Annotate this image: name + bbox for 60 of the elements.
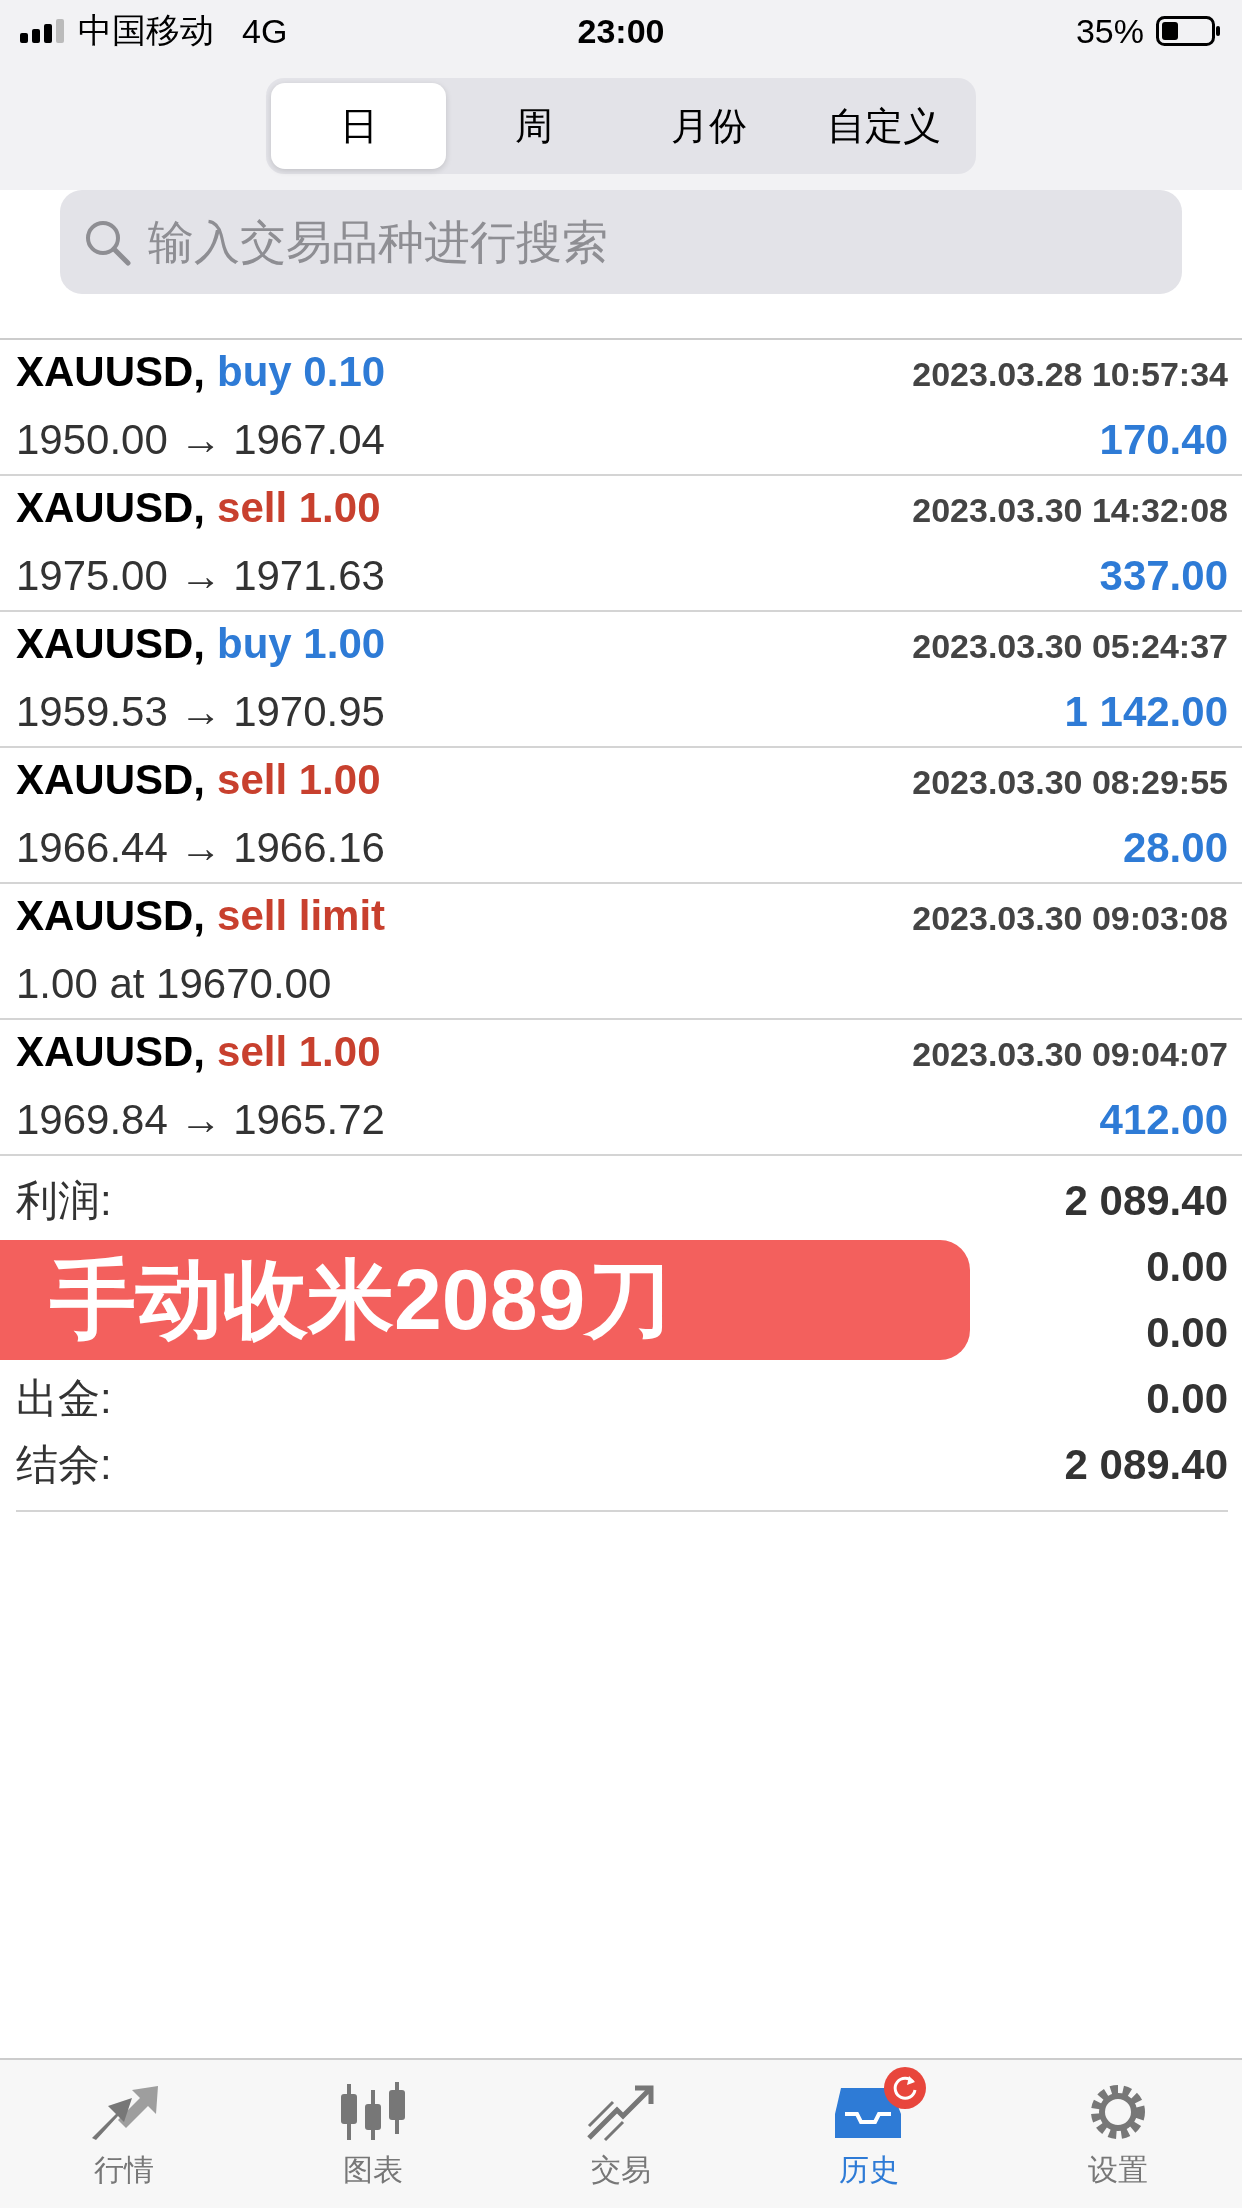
- period-tab[interactable]: 月份: [621, 83, 796, 169]
- period-tab[interactable]: 自定义: [796, 83, 971, 169]
- summary-value: 0.00: [1146, 1243, 1228, 1291]
- trade-time: 2023.03.30 09:03:08: [912, 899, 1228, 938]
- summary-value: 0.00: [1146, 1309, 1228, 1357]
- carrier-name: 中国移动: [78, 10, 214, 51]
- trade-prices: 1975.00 → 1971.63: [16, 552, 385, 600]
- period-tab[interactable]: 周: [446, 83, 621, 169]
- symbol: XAUUSD,: [16, 620, 206, 668]
- network-type: 4G: [242, 11, 288, 51]
- trade-action: sell 1.00: [217, 756, 381, 804]
- tab-bar-item[interactable]: 行情: [0, 2060, 249, 2208]
- summary-label: 出金:: [16, 1374, 112, 1424]
- battery-icon: [1156, 16, 1222, 46]
- signal-icon: [20, 19, 66, 43]
- trade-time: 2023.03.28 10:57:34: [912, 355, 1228, 394]
- search-bar[interactable]: 输入交易品种进行搜索: [60, 190, 1182, 294]
- clock-time: 23:00: [577, 11, 665, 51]
- period-tab[interactable]: 日: [271, 83, 446, 169]
- summary-value: 0.00: [1146, 1375, 1228, 1423]
- symbol: XAUUSD,: [16, 348, 206, 396]
- trade-row[interactable]: XAUUSD, sell 1.00 2023.03.30 08:29:55 1966.44 → 1966.16 28.00: [0, 748, 1242, 884]
- search-field[interactable]: 输入交易品种进行搜索: [146, 214, 1160, 270]
- trade-profit: 337.00: [1099, 552, 1228, 600]
- trade-prices: 1966.44 → 1966.16: [16, 824, 385, 872]
- trade-row[interactable]: XAUUSD, sell 1.00 2023.03.30 09:04:07 1969.84 → 1965.72 412.00: [0, 1020, 1242, 1156]
- trade-action: sell 1.00: [217, 484, 381, 532]
- summary-label: 利润:: [16, 1176, 112, 1226]
- trade-row[interactable]: XAUUSD, buy 1.00 2023.03.30 05:24:37 1959.53 → 1970.95 1 142.00: [0, 612, 1242, 748]
- symbol: XAUUSD,: [16, 1028, 206, 1076]
- trade-action: sell limit: [217, 892, 386, 940]
- trade-action: sell 1.00: [217, 1028, 381, 1076]
- trade-time: 2023.03.30 14:32:08: [912, 491, 1228, 530]
- trade-row[interactable]: XAUUSD, buy 0.10 2023.03.28 10:57:34 1950.00 → 1967.04 170.40: [0, 340, 1242, 476]
- trade-profit: 412.00: [1099, 1096, 1228, 1144]
- tab-bar-item[interactable]: 交易: [496, 2060, 746, 2208]
- trade-prices: 1969.84 → 1965.72: [16, 1096, 385, 1144]
- trade-profit: 28.00: [1122, 824, 1228, 872]
- trade-row[interactable]: XAUUSD, sell limit 2023.03.30 09:03:08 1.00 at 19670.00: [0, 884, 1242, 1020]
- trade-prices: 1.00 at 19670.00: [16, 960, 332, 1008]
- trade-prices: 1950.00 → 1967.04: [16, 416, 385, 464]
- banner: 手动收米2089刀: [0, 1240, 970, 1360]
- symbol: XAUUSD,: [16, 756, 206, 804]
- trade-action: buy 0.10: [217, 348, 386, 396]
- trade-time: 2023.03.30 08:29:55: [912, 763, 1228, 802]
- summary-label: 结余:: [16, 1440, 112, 1490]
- summary-value: 2 089.40: [1064, 1441, 1228, 1489]
- trade-profit: 1 142.00: [1064, 688, 1228, 736]
- trade-action: buy 1.00: [217, 620, 386, 668]
- trade-time: 2023.03.30 09:04:07: [912, 1035, 1228, 1074]
- tab-bar-item[interactable]: 历史: [745, 2060, 994, 2208]
- trade-prices: 1959.53 → 1970.95: [16, 688, 385, 736]
- battery-percent: 35%: [1075, 11, 1144, 51]
- trade-profit: 170.40: [1099, 416, 1228, 464]
- symbol: XAUUSD,: [16, 484, 206, 532]
- tab-bar-item[interactable]: 图表: [248, 2060, 497, 2208]
- summary-value: 2 089.40: [1064, 1177, 1228, 1225]
- symbol: XAUUSD,: [16, 892, 206, 940]
- tab-bar-item[interactable]: 设置: [993, 2060, 1242, 2208]
- trade-time: 2023.03.30 05:24:37: [912, 627, 1228, 666]
